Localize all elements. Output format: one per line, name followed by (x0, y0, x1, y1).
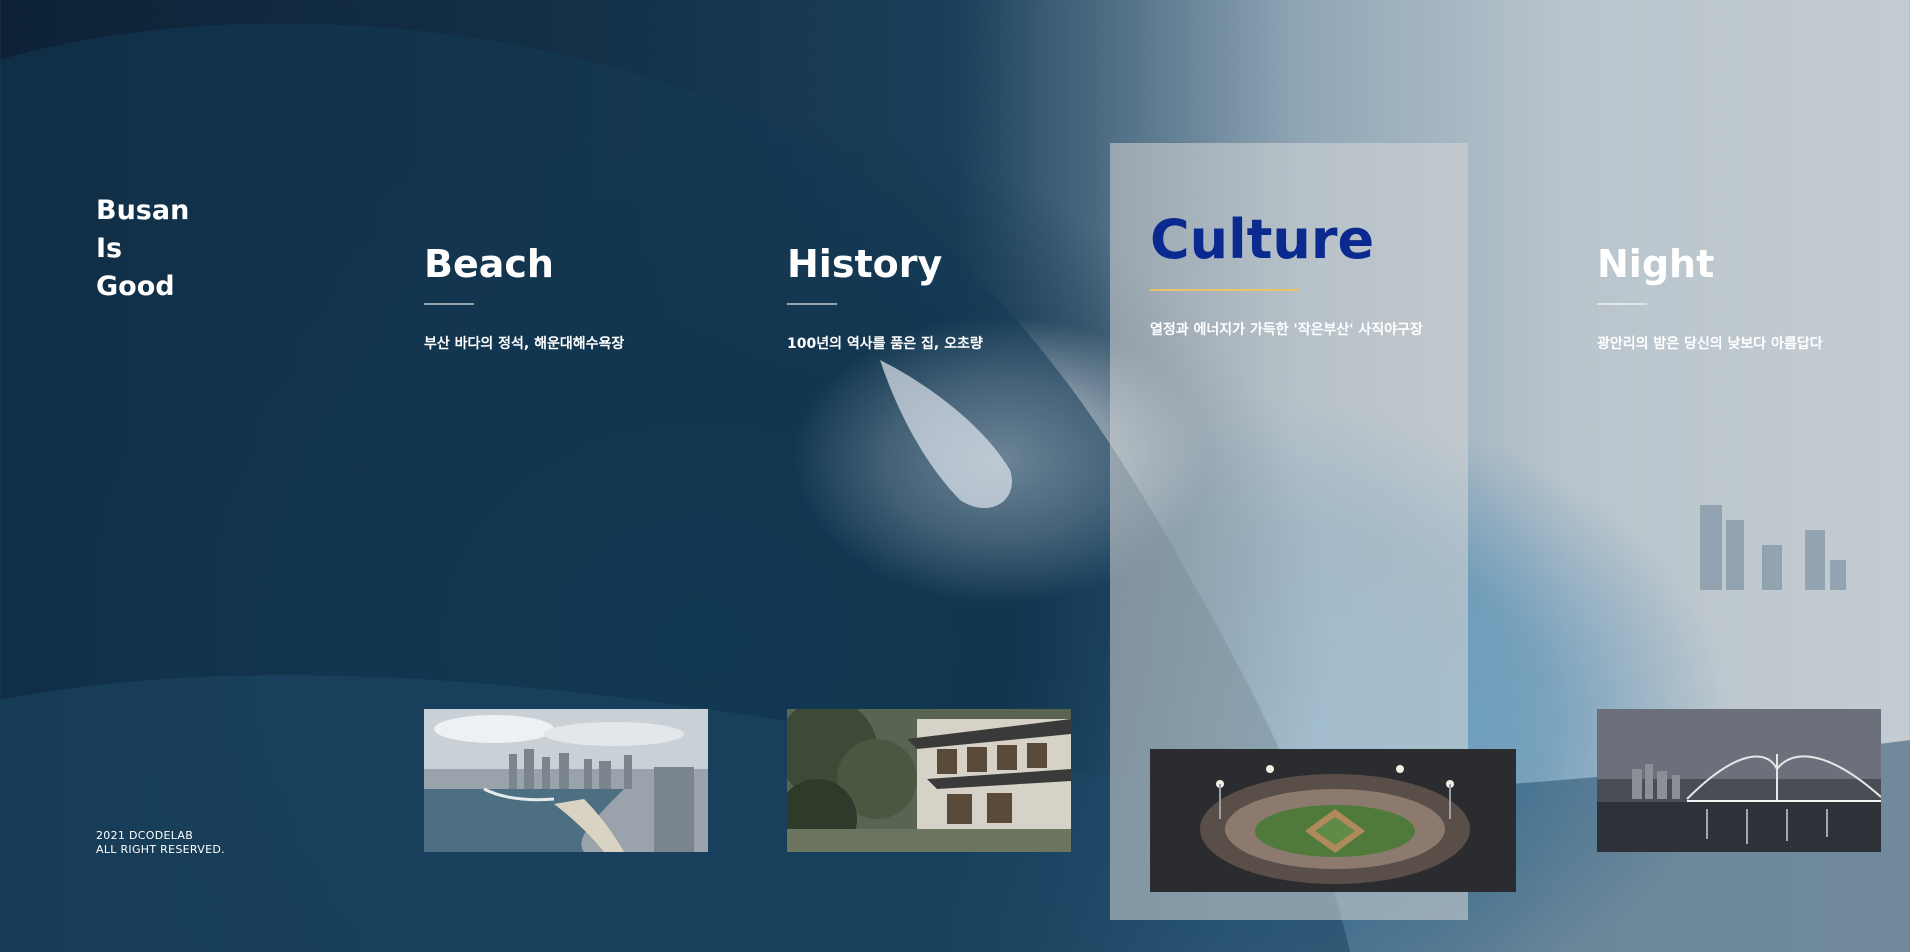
ochoryang-house-photo (787, 709, 1071, 852)
gwangan-bridge-night-photo (1597, 709, 1881, 852)
card-divider (1150, 289, 1300, 291)
card-title: Culture (1150, 208, 1375, 271)
card-title: History (787, 242, 943, 286)
card-title: Night (1597, 242, 1715, 286)
copyright-line-1: 2021 DCODELAB (96, 829, 194, 842)
brand-line-3: Good (96, 271, 175, 302)
brand-line-1: Busan (96, 195, 190, 226)
card-description: 100년의 역사를 품은 집, 오초량 (787, 336, 983, 352)
card-description: 광안리의 밤은 당신의 낮보다 아름답다 (1597, 336, 1823, 352)
haeundae-beach-photo (424, 709, 708, 852)
card-culture[interactable]: Culture 열정과 에너지가 가득한 '작은부산' 사직야구장 (1110, 143, 1516, 920)
card-divider (424, 303, 474, 305)
card-divider (787, 303, 837, 305)
card-description: 부산 바다의 정석, 해운대해수욕장 (424, 336, 625, 352)
card-title: Beach (424, 242, 554, 286)
copyright-line-2: ALL RIGHT RESERVED. (96, 843, 225, 856)
card-description: 열정과 에너지가 가득한 '작은부산' 사직야구장 (1150, 322, 1423, 338)
brand-line-2: Is (96, 233, 123, 264)
brand-logo[interactable]: Busan Is Good (96, 192, 189, 306)
card-history[interactable]: History 100년의 역사를 품은 집, 오초량 (787, 0, 1147, 952)
sajik-baseball-stadium-photo (1150, 749, 1516, 892)
card-night[interactable]: Night 광안리의 밤은 당신의 낮보다 아름답다 (1597, 0, 1910, 952)
card-divider (1597, 303, 1647, 305)
card-beach[interactable]: Beach 부산 바다의 정석, 해운대해수욕장 (424, 0, 784, 952)
copyright: 2021 DCODELAB ALL RIGHT RESERVED. (96, 829, 225, 857)
